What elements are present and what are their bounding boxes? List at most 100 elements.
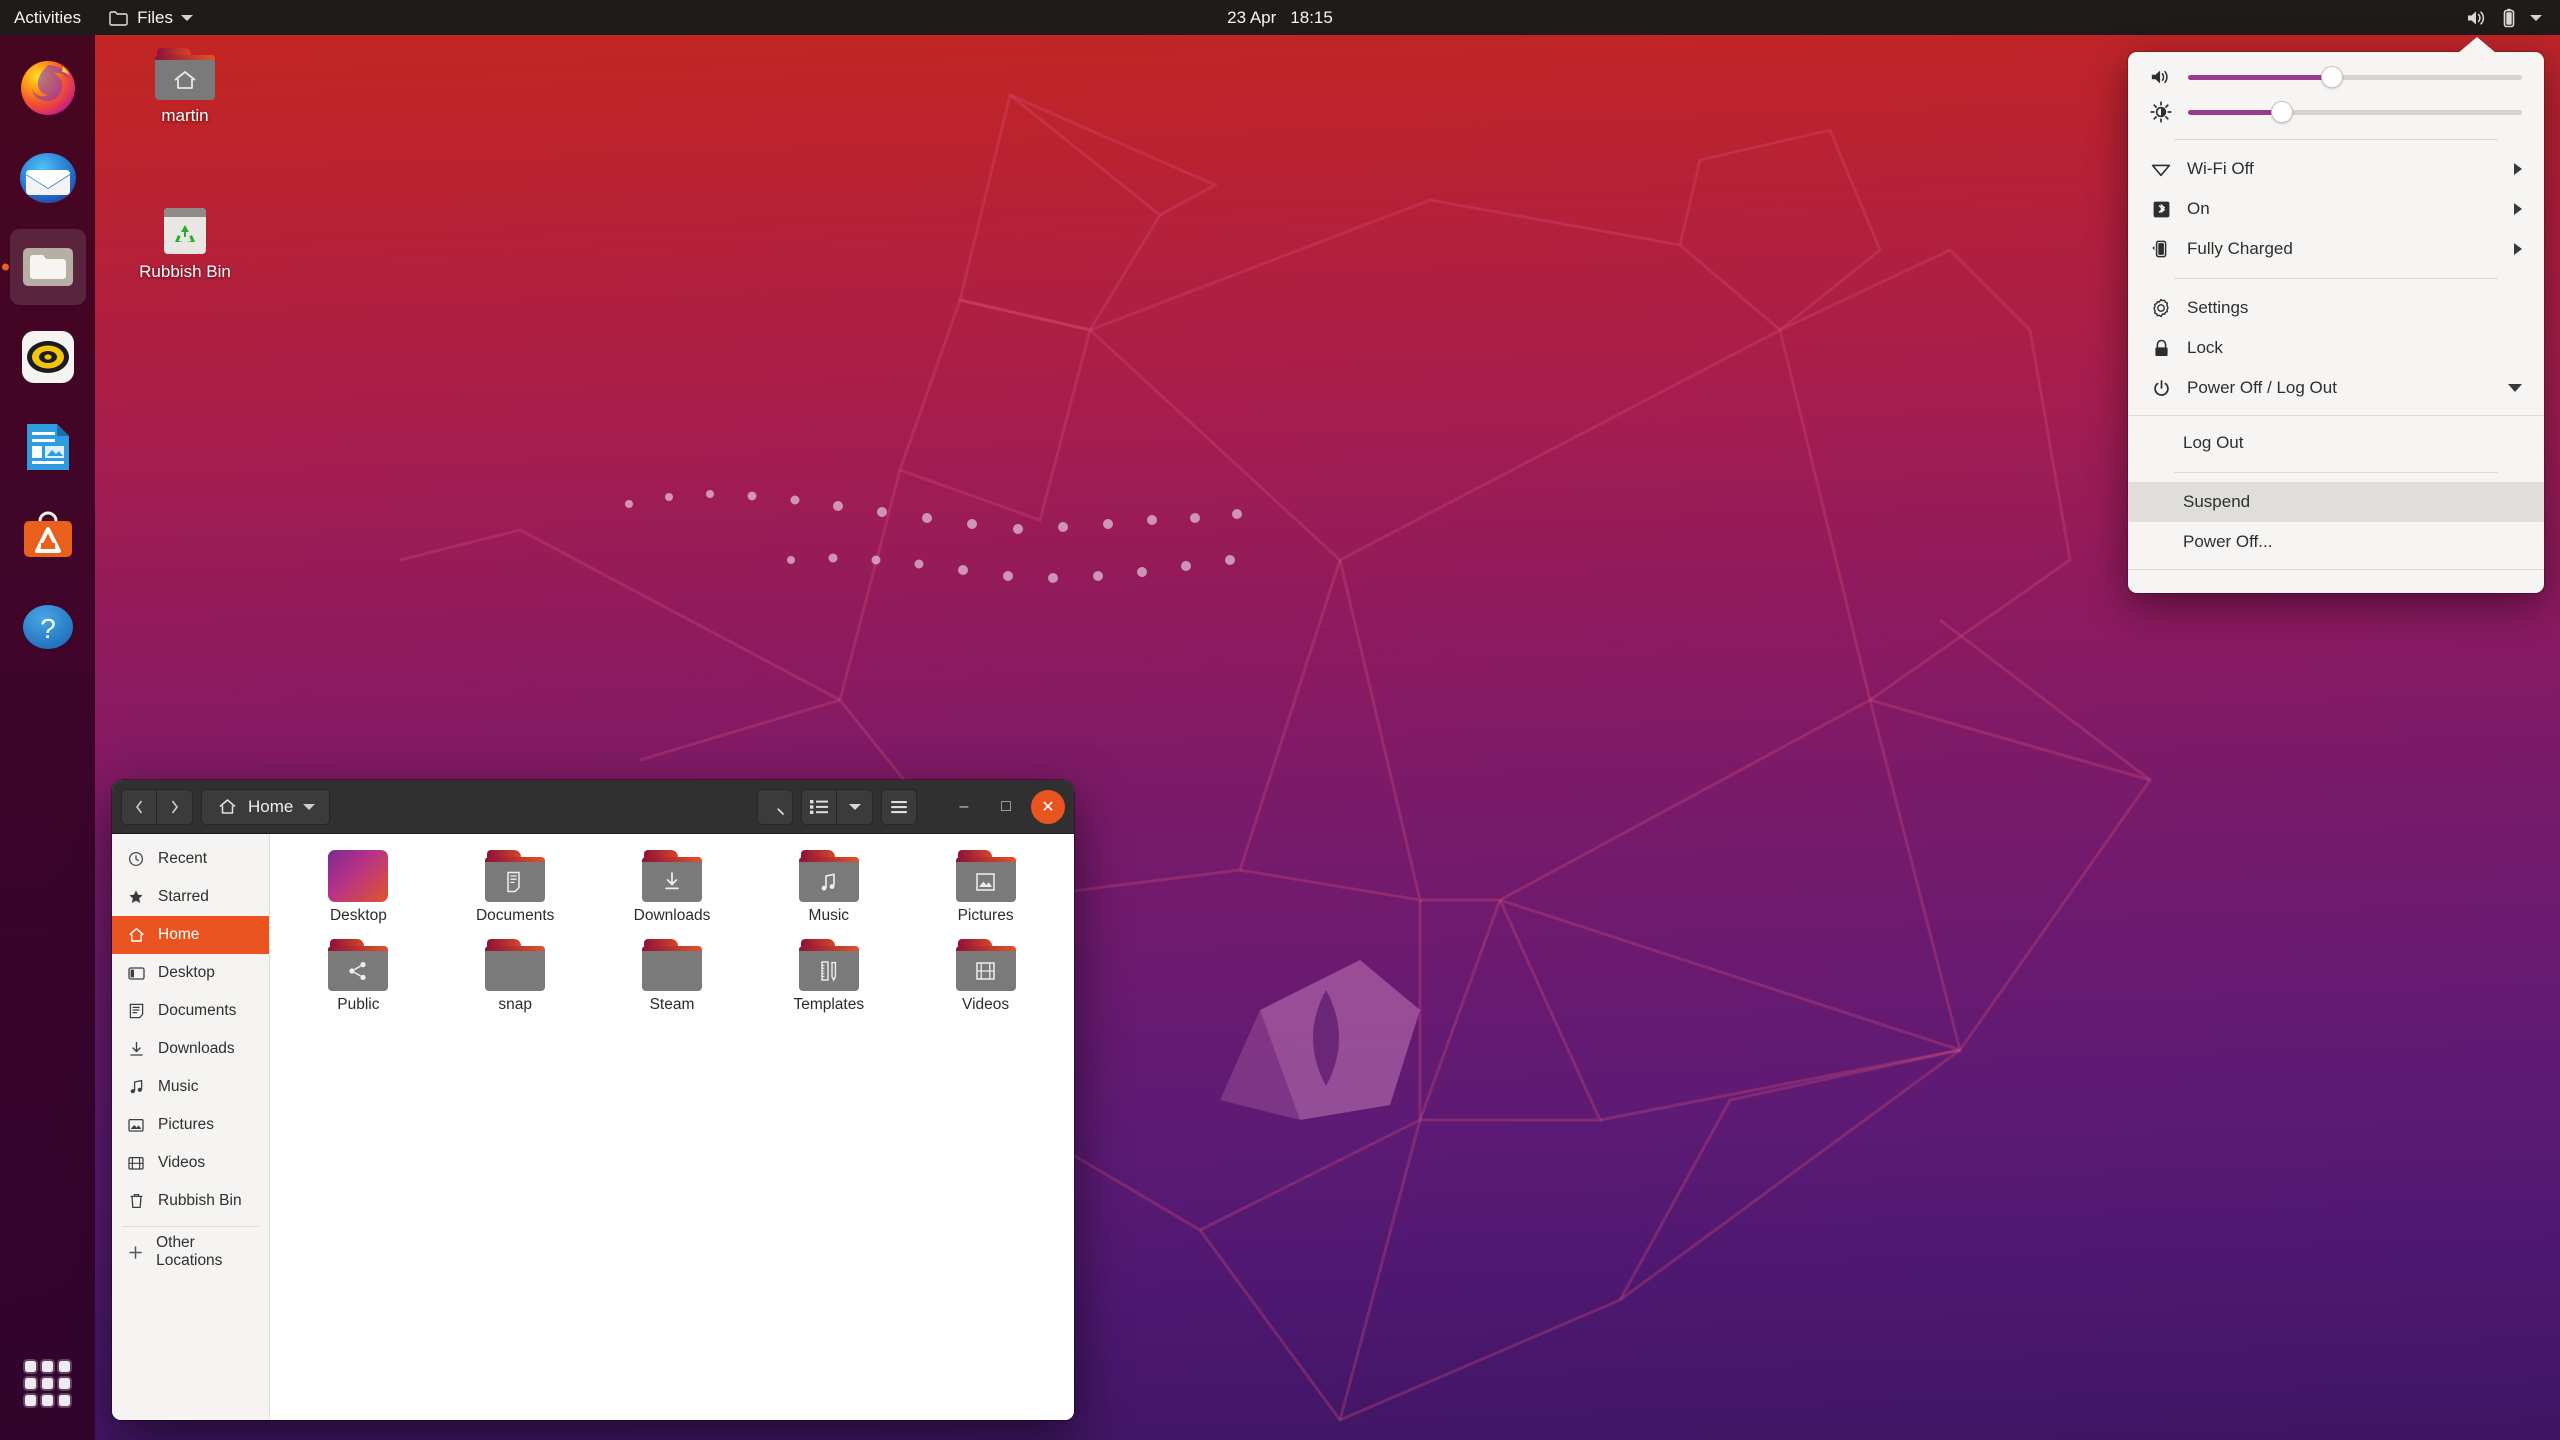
app-menu-button[interactable]: Files	[97, 0, 203, 35]
sidebar-divider	[122, 1226, 259, 1227]
sidebar-item-desktop[interactable]: Desktop	[112, 954, 269, 992]
menu-item-power[interactable]: Power Off / Log Out	[2128, 368, 2544, 408]
view-mode-group	[801, 788, 873, 825]
volume-slider-knob[interactable]	[2320, 66, 2343, 88]
chevron-down-icon	[2530, 14, 2542, 21]
power-item-suspend[interactable]: Suspend	[2128, 482, 2544, 522]
brightness-slider-knob[interactable]	[2270, 101, 2293, 123]
file-item-steam[interactable]: Steam	[594, 939, 751, 1014]
dock-item-firefox[interactable]	[10, 49, 86, 125]
power-item-power-off[interactable]: Power Off...	[2128, 522, 2544, 562]
sidebar-item-label: Music	[158, 1078, 199, 1095]
dock-item-thunderbird[interactable]	[10, 139, 86, 215]
file-item-label: Steam	[649, 996, 695, 1013]
home-folder-icon	[155, 48, 215, 100]
top-panel: Activities Files 23 Apr 18:15	[0, 0, 2560, 35]
close-button[interactable]: ✕	[1031, 789, 1065, 824]
battery-icon	[2150, 239, 2172, 259]
libreoffice-writer-icon	[26, 424, 69, 470]
file-item-documents[interactable]: Documents	[437, 850, 594, 925]
minimize-button[interactable]: –	[947, 790, 981, 824]
file-manager-sidebar: Recent Starred Home Desktop Documents Do…	[112, 834, 270, 1420]
sidebar-item-pictures[interactable]: Pictures	[112, 1106, 269, 1144]
brightness-slider-track[interactable]	[2188, 101, 2522, 123]
chevron-down-icon	[848, 803, 861, 810]
dock-item-files[interactable]	[9, 229, 86, 305]
list-view-button[interactable]	[801, 788, 837, 825]
file-item-public[interactable]: Public	[280, 939, 437, 1014]
file-manager-window: Home – □ ✕ Recent Starred Home Desktop D…	[112, 780, 1074, 1420]
svg-text:?: ?	[40, 613, 56, 644]
close-label: ✕	[1041, 798, 1055, 816]
file-item-label: Desktop	[329, 907, 387, 924]
view-options-dropdown[interactable]	[837, 788, 873, 825]
file-list-view: Desktop Documents Downloads Music Pictur…	[270, 834, 1074, 1420]
pictures-folder-icon	[955, 850, 1016, 902]
sidebar-item-label: Videos	[158, 1154, 206, 1171]
chevron-right-icon[interactable]	[2514, 243, 2522, 255]
main-menu-button[interactable]	[881, 788, 917, 825]
maximize-button[interactable]: □	[989, 790, 1023, 824]
menu-item-settings[interactable]: Settings	[2128, 288, 2544, 328]
rhythmbox-icon	[21, 331, 74, 383]
chevron-down-icon[interactable]	[2508, 384, 2522, 392]
file-item-templates[interactable]: Templates	[750, 939, 907, 1014]
power-item-label: Power Off...	[2183, 532, 2273, 551]
sidebar-item-other-locations[interactable]: Other Locations	[112, 1233, 269, 1271]
sidebar-item-home[interactable]: Home	[112, 916, 269, 954]
sidebar-item-rubbish-bin[interactable]: Rubbish Bin	[112, 1182, 269, 1220]
dock-item-libreoffice-writer[interactable]	[10, 409, 86, 485]
chevron-down-icon	[180, 14, 193, 21]
dock: ?	[0, 35, 95, 1440]
menu-item-label: On	[2187, 199, 2210, 218]
forward-button[interactable]	[157, 788, 193, 825]
film-icon	[125, 1156, 147, 1171]
submenu-divider	[2128, 415, 2544, 416]
menu-item-bluetooth[interactable]: On	[2128, 189, 2544, 229]
file-item-pictures[interactable]: Pictures	[907, 850, 1064, 925]
file-item-downloads[interactable]: Downloads	[594, 850, 751, 925]
search-button[interactable]	[757, 788, 793, 825]
system-status-area[interactable]	[2458, 0, 2550, 35]
chevron-right-icon[interactable]	[2514, 203, 2522, 215]
menu-item-wifi[interactable]: Wi-Fi Off	[2128, 149, 2544, 189]
dock-item-rhythmbox[interactable]	[10, 319, 86, 395]
brightness-slider-row[interactable]	[2128, 94, 2544, 130]
menu-item-battery[interactable]: Fully Charged	[2128, 229, 2544, 269]
sidebar-item-downloads[interactable]: Downloads	[112, 1030, 269, 1068]
volume-slider-track[interactable]	[2188, 66, 2522, 88]
desktop-icon-martin[interactable]: martin	[110, 48, 260, 126]
activities-button[interactable]: Activities	[0, 0, 97, 35]
desktop-icon-rubbish-bin[interactable]: Rubbish Bin	[110, 200, 260, 282]
dock-item-ubuntu-software[interactable]	[10, 499, 86, 575]
video-folder-icon	[955, 939, 1016, 991]
menu-item-label: Lock	[2187, 338, 2223, 357]
sidebar-item-label: Other Locations	[156, 1234, 223, 1269]
navigation-buttons	[121, 788, 193, 825]
dock-item-help[interactable]: ?	[10, 589, 86, 665]
sidebar-item-documents[interactable]: Documents	[112, 992, 269, 1030]
share-folder-icon	[328, 939, 389, 991]
show-applications-button[interactable]	[17, 1352, 79, 1414]
sidebar-item-music[interactable]: Music	[112, 1068, 269, 1106]
trash-icon	[125, 1193, 147, 1209]
document-folder-icon	[485, 850, 546, 902]
sidebar-item-videos[interactable]: Videos	[112, 1144, 269, 1182]
file-item-snap[interactable]: snap	[437, 939, 594, 1014]
music-note-icon	[125, 1079, 147, 1095]
path-bar-home[interactable]: Home	[201, 788, 331, 825]
menu-item-lock[interactable]: Lock	[2128, 328, 2544, 368]
file-item-music[interactable]: Music	[750, 850, 907, 925]
volume-slider-row[interactable]	[2128, 60, 2544, 94]
file-item-label: Downloads	[633, 907, 711, 924]
sidebar-item-starred[interactable]: Starred	[112, 878, 269, 916]
clock[interactable]: 23 Apr 18:15	[1227, 8, 1333, 28]
power-item-log-out[interactable]: Log Out	[2128, 423, 2544, 463]
chevron-right-icon[interactable]	[2514, 163, 2522, 175]
file-item-videos[interactable]: Videos	[907, 939, 1064, 1014]
wifi-icon	[2150, 160, 2172, 178]
clock-time: 18:15	[1290, 7, 1333, 27]
file-item-desktop[interactable]: Desktop	[280, 850, 437, 925]
back-button[interactable]	[121, 788, 157, 825]
sidebar-item-recent[interactable]: Recent	[112, 840, 269, 878]
